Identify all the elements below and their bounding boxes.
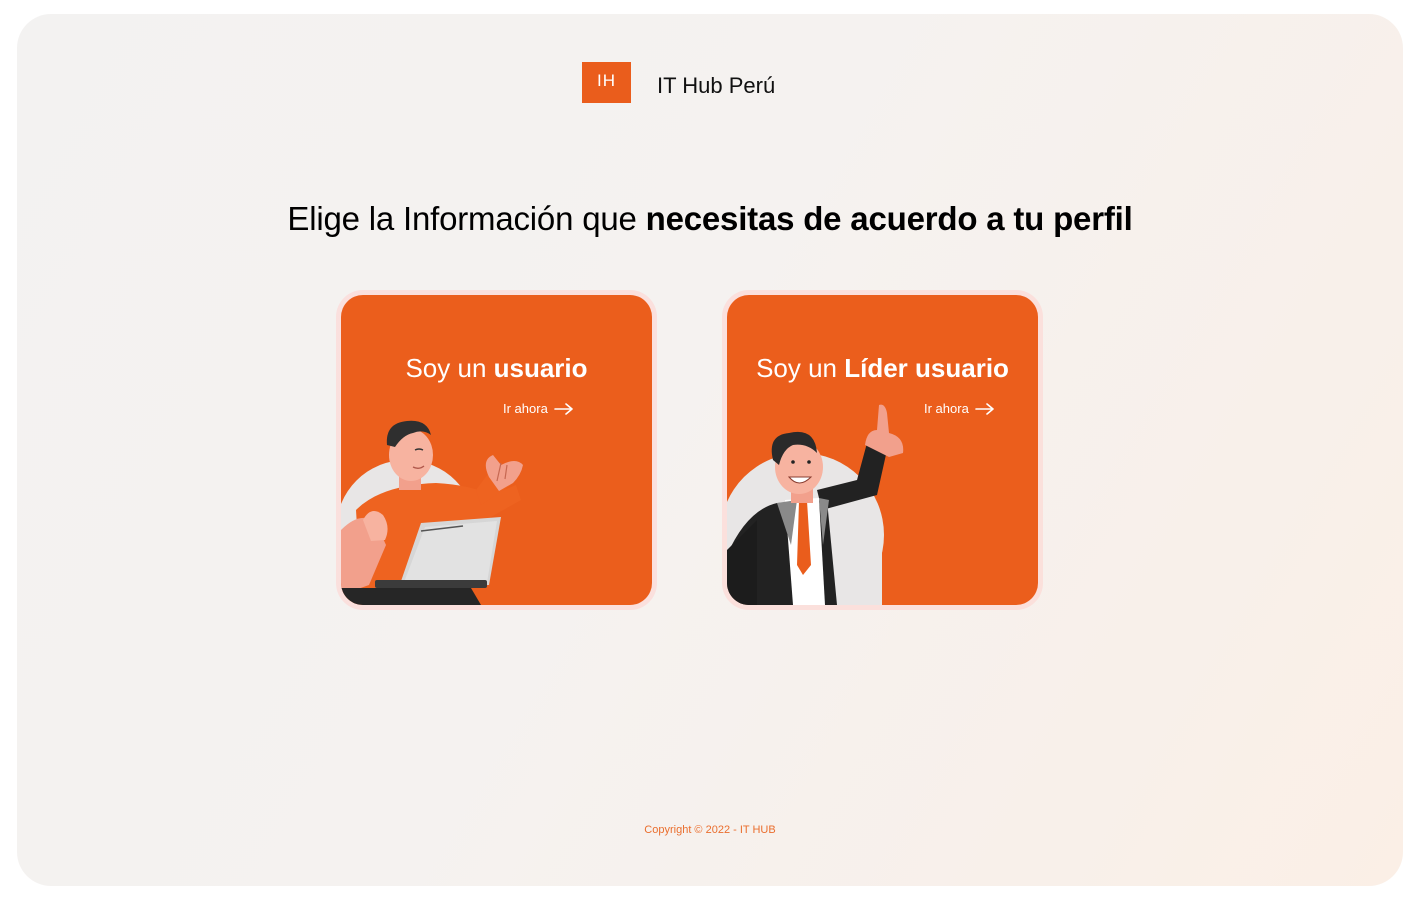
cta-label: Ir ahora [924,401,969,416]
card-usuario-cta[interactable]: Ir ahora [503,401,574,416]
card-title-regular: Soy un [756,353,845,383]
businessman-pointing-up-illustration [727,404,904,605]
card-title-bold: Líder usuario [844,353,1009,383]
headline-bold: necesitas de acuerdo a tu perfil [645,200,1133,237]
card-usuario[interactable]: Soy un usuario Ir ahora [341,295,652,605]
card-lider-usuario[interactable]: Soy un Líder usuario Ir ahora [727,295,1038,605]
cta-label: Ir ahora [503,401,548,416]
headline-regular: Elige la Información que [287,200,646,237]
person-with-laptop-illustration [341,420,523,605]
brand-header[interactable]: IH IT Hub Perú [582,62,775,103]
brand-logo: IH [582,62,631,103]
page-headline: Elige la Información que necesitas de ac… [17,200,1403,238]
card-title-regular: Soy un [405,353,494,383]
brand-name: IT Hub Perú [657,72,776,98]
arrow-right-icon [554,402,573,415]
page-frame: IH IT Hub Perú Elige la Información que … [17,14,1403,886]
card-lider-usuario-title: Soy un Líder usuario [727,353,1038,384]
card-title-bold: usuario [493,353,588,383]
card-lider-usuario-cta[interactable]: Ir ahora [924,401,995,416]
arrow-right-icon [975,402,994,415]
footer-copyright: Copyright © 2022 - IT HUB [644,824,776,836]
card-usuario-title: Soy un usuario [341,353,652,384]
